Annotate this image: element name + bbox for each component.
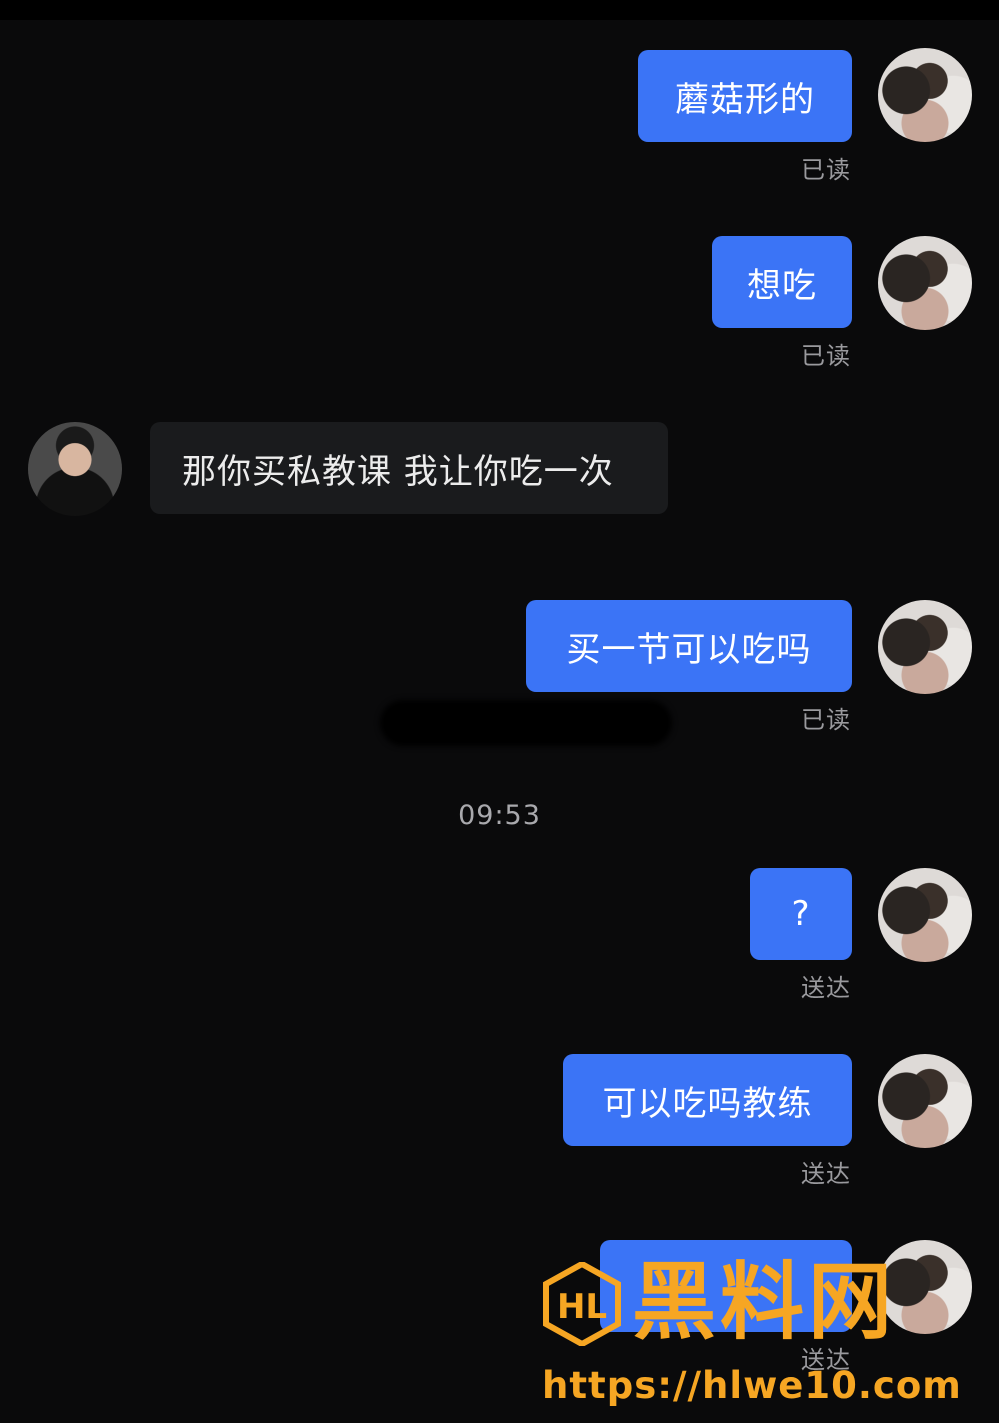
- my-avatar[interactable]: [878, 236, 972, 330]
- read-status-4: 已读: [801, 706, 851, 734]
- time-divider: 09:53: [458, 800, 541, 831]
- message-bubble-5[interactable]: ?: [750, 868, 852, 960]
- message-bubble-2[interactable]: 想吃: [712, 236, 852, 328]
- top-bar: [0, 0, 999, 20]
- message-bubble-4[interactable]: 买一节可以吃吗: [526, 600, 852, 692]
- watermark-logo-icon: HL: [543, 1262, 621, 1346]
- watermark-title: 黑料网: [632, 1253, 897, 1351]
- message-bubble-1[interactable]: 蘑菇形的: [638, 50, 852, 142]
- watermark: HL 黑料网 https://hlwe10.com: [540, 1256, 980, 1412]
- my-avatar[interactable]: [878, 1054, 972, 1148]
- message-bubble-6[interactable]: 可以吃吗教练: [563, 1054, 852, 1146]
- watermark-url: https://hlwe10.com: [542, 1364, 962, 1407]
- delivered-status-5: 送达: [801, 974, 851, 1002]
- chat-screen: 蘑菇形的 已读 想吃 已读 那你买私教课 我让你吃一次 买一节可以吃吗 已读 0…: [0, 0, 999, 1423]
- my-avatar[interactable]: [878, 868, 972, 962]
- delivered-status-6: 送达: [801, 1160, 851, 1188]
- redaction-scribble: [380, 700, 672, 746]
- my-avatar[interactable]: [878, 48, 972, 142]
- my-avatar[interactable]: [878, 600, 972, 694]
- read-status-2: 已读: [801, 342, 851, 370]
- svg-text:HL: HL: [557, 1287, 607, 1327]
- message-bubble-3[interactable]: 那你买私教课 我让你吃一次: [150, 422, 668, 514]
- contact-avatar[interactable]: [28, 422, 122, 516]
- read-status-1: 已读: [801, 156, 851, 184]
